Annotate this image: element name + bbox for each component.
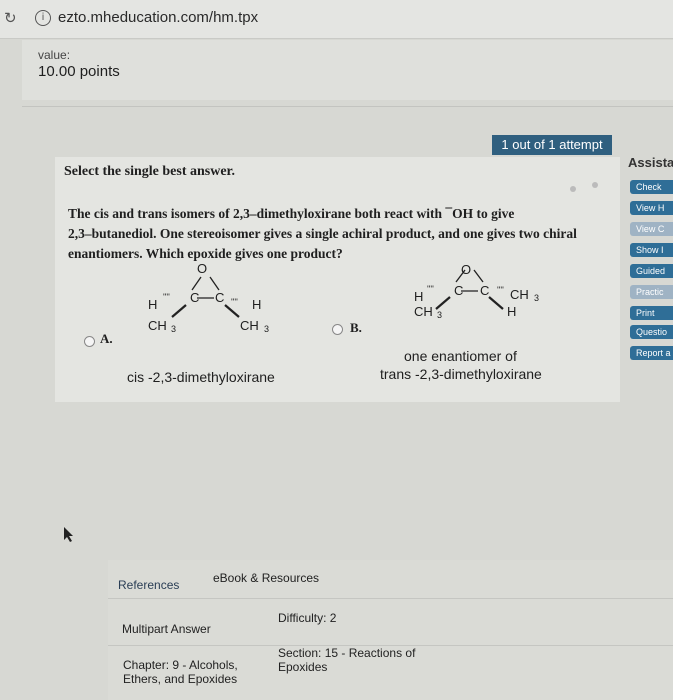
- option-b-ch-right: CH: [510, 287, 529, 302]
- option-b-letter: B.: [350, 320, 362, 335]
- value-points: 10.00 points: [38, 63, 120, 80]
- option-b-subscript-right: 3: [534, 293, 540, 303]
- option-b-hash-left: '''': [427, 284, 434, 294]
- option-b-carbon-1: C: [454, 283, 464, 298]
- option-a-letter: A.: [100, 331, 113, 346]
- option-b-carbon-2: C: [480, 283, 490, 298]
- option-a-h-right: H: [252, 297, 262, 312]
- guided-button[interactable]: Guided: [630, 264, 673, 278]
- option-b-radio[interactable]: [332, 324, 343, 335]
- practice-button[interactable]: Practic: [630, 285, 673, 299]
- option-a-subscript-left: 3: [171, 324, 177, 334]
- answer-type: Multipart Answer: [122, 622, 211, 636]
- option-a-carbon-2: C: [215, 290, 225, 305]
- option-b-note: one enantiomer of: [404, 348, 517, 364]
- divider: [22, 106, 673, 107]
- tab-ebook-resources[interactable]: eBook & Resources: [213, 571, 319, 585]
- reload-icon[interactable]: ↻: [4, 9, 17, 27]
- option-a-ch-left: CH: [148, 318, 167, 333]
- option-a-carbon-1: C: [190, 290, 200, 305]
- option-b-oxygen: O: [461, 262, 472, 277]
- option-a-hash-right: '''': [231, 297, 238, 307]
- option-b-h-right: H: [507, 304, 517, 319]
- section: Section: 15 - Reactions of Epoxides: [278, 646, 416, 674]
- browser-toolbar: ↻ i ezto.mheducation.com/hm.tpx: [0, 0, 673, 39]
- print-button[interactable]: Print: [630, 306, 673, 320]
- option-b-ch-left: CH: [414, 304, 433, 319]
- option-a-h-left: H: [148, 297, 158, 312]
- question-line-1: The cis and trans isomers of 2,3–dimethy…: [68, 206, 515, 221]
- value-label: value:: [38, 48, 71, 62]
- assistance-title: Assista: [628, 155, 673, 170]
- value-panel: value: 10.00 points: [22, 40, 673, 100]
- view-hint-button[interactable]: View H: [630, 201, 673, 215]
- report-button[interactable]: Report a: [630, 346, 673, 360]
- difficulty: Difficulty: 2: [278, 611, 337, 625]
- question-line-2: 2,3–butanediol. One stereoisomer gives a…: [68, 226, 577, 241]
- option-a-subscript-right: 3: [264, 324, 270, 334]
- option-a-name: cis -2,3-dimethyloxirane: [127, 369, 275, 385]
- option-b-name: trans -2,3-dimethyloxirane: [380, 366, 542, 382]
- option-a-hash-left: '''': [163, 292, 170, 302]
- check-my-work-button[interactable]: Check: [630, 180, 673, 194]
- info-icon[interactable]: i: [35, 10, 51, 26]
- chapter: Chapter: 9 - Alcohols, Ethers, and Epoxi…: [123, 658, 238, 686]
- question-button[interactable]: Questio: [630, 325, 673, 339]
- decorative-dot: [570, 186, 576, 192]
- option-a-structure: [171, 276, 240, 318]
- divider: [108, 598, 673, 599]
- option-b-subscript-left: 3: [437, 310, 443, 320]
- decorative-dot: [592, 182, 598, 188]
- option-b-hash-right: '''': [497, 285, 504, 295]
- tab-references[interactable]: References: [118, 578, 179, 592]
- option-a-radio[interactable]: [84, 336, 95, 347]
- mouse-cursor-icon: [64, 527, 73, 542]
- address-bar[interactable]: ezto.mheducation.com/hm.tpx: [58, 9, 258, 26]
- view-content-button[interactable]: View C: [630, 222, 673, 236]
- attempt-badge: 1 out of 1 attempt: [492, 135, 612, 155]
- show-me-button[interactable]: Show I: [630, 243, 673, 257]
- option-b-h-left: H: [414, 289, 424, 304]
- option-a-oxygen: O: [197, 261, 208, 276]
- question-header: Select the single best answer.: [64, 164, 235, 179]
- option-a-ch-right: CH: [240, 318, 259, 333]
